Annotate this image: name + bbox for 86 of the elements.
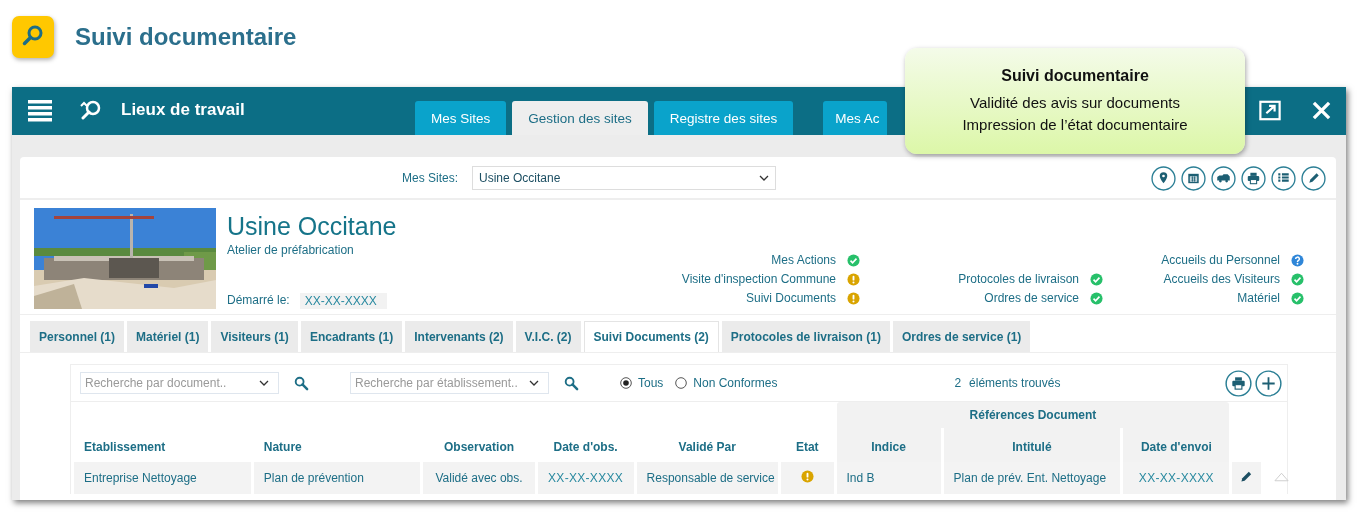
column-header[interactable]: Validé Par [636,428,778,462]
search-icon [12,16,54,58]
status-label[interactable]: Ordres de service [984,291,1079,305]
nav-tab[interactable]: Mes Ac [823,101,888,135]
search-icon[interactable] [80,100,102,120]
caret-icon[interactable] [529,380,539,386]
help-icon [1291,253,1304,267]
column-group-header: Références Document [836,402,1230,428]
section-tab[interactable]: Suivi Documents (2) [583,321,719,352]
table-cell: Ind B [846,471,875,485]
result-count: 2 [954,376,962,390]
window-title: Lieux de travail [121,100,245,120]
column-header[interactable]: Etat [781,428,834,462]
section-tab[interactable]: V.I.C. (2) [515,321,581,352]
table-cell: Plan de prév. Ent. Nettoyage [953,471,1107,485]
nav-tab[interactable]: Gestion des sites [512,101,648,135]
section-tab[interactable]: Visiteurs (1) [211,321,298,352]
section-tab[interactable]: Personnel (1) [30,321,125,352]
tooltip-text: Validité des avis sur documents [969,93,1181,113]
status-label[interactable]: Accueils du Personnel [1161,253,1280,267]
section-tab[interactable]: Intervenants (2) [405,321,513,352]
external-window-icon[interactable] [1259,100,1281,121]
table-cell: Responsable de service [646,471,775,485]
print-icon[interactable] [1225,369,1252,397]
site-subtitle: Atelier de préfabrication [227,243,355,257]
column-header[interactable]: Date d'obs. [537,428,634,462]
establishment-search-field[interactable]: Recherche par établissement.. [350,372,549,394]
field-label: Mes Sites: [402,170,458,185]
column-header[interactable]: Nature [253,428,421,462]
warning-icon [800,470,814,483]
page-title: Suivi documentaire [75,23,297,51]
table-cell: Entreprise Nettoyage [84,471,197,485]
column-header[interactable]: Date d'envoi [1123,428,1230,462]
column-header[interactable]: Indice [836,428,941,462]
search-icon[interactable] [564,375,579,391]
nav-tab[interactable]: Registre des sites [653,101,794,135]
radio-button[interactable] [675,377,688,389]
pencil-icon[interactable] [1240,470,1254,483]
table-cell: XX-XX-XXXX [1138,471,1214,485]
status-label[interactable]: Suivi Documents [745,291,836,305]
section-tab[interactable]: Ordres de service (1) [892,321,1031,352]
check-icon [1291,291,1304,305]
check-icon [1090,272,1103,286]
nav-tab[interactable]: Mes Sites [415,101,507,135]
search-icon[interactable] [294,375,309,391]
radio-button[interactable] [620,377,632,389]
caret-icon[interactable] [259,380,269,386]
status-label[interactable]: Visite d'inspection Commune [681,272,836,286]
close-icon[interactable] [1312,101,1331,120]
column-header[interactable]: Intitulé [943,428,1121,462]
radio-label[interactable]: Non Conformes [693,376,778,390]
caret-icon[interactable] [759,174,769,181]
warning-icon [847,291,860,305]
tooltip-title: Suivi documentaire [1000,66,1150,86]
menu-icon[interactable] [28,100,52,122]
document-search-field[interactable]: Recherche par document.. [80,372,279,394]
pencil-icon[interactable] [1301,166,1326,191]
tooltip-text: Impression de l’état documentaire [961,115,1189,135]
section-tab[interactable]: Encadrants (1) [300,321,403,352]
date-value: XX-XX-XXXX [299,293,387,309]
table-cell: XX-XX-XXXX [548,471,624,485]
truck-icon[interactable] [1211,166,1236,191]
location-pin-icon[interactable] [1151,166,1176,191]
print-icon[interactable] [1241,166,1266,191]
site-name: Usine Occitane [227,212,398,241]
table-cell: Validé avec obs. [435,471,523,485]
warning-icon [847,272,860,286]
status-label[interactable]: Accueils des Visiteurs [1163,272,1280,286]
status-label[interactable]: Mes Actions [771,253,836,267]
section-tab[interactable]: Protocoles de livraison (1) [721,321,890,352]
table-cell: Plan de prévention [263,471,364,485]
column-header[interactable]: Etablissement [74,428,251,462]
radio-label[interactable]: Tous [638,376,664,390]
column-header[interactable]: Observation [423,428,535,462]
field-label: Démarré le: [227,293,290,309]
check-icon [1090,291,1103,305]
check-icon [1291,272,1304,286]
list-icon[interactable] [1271,166,1296,191]
add-icon[interactable] [1255,369,1282,397]
site-select[interactable]: Usine Occitane [472,165,776,190]
status-label[interactable]: Protocoles de livraison [958,272,1079,286]
status-label[interactable]: Matériel [1237,291,1280,305]
calendar-icon[interactable] [1181,166,1206,191]
check-icon [847,253,860,267]
result-count-label: éléments trouvés [969,376,1061,390]
section-tab[interactable]: Matériel (1) [127,321,209,352]
